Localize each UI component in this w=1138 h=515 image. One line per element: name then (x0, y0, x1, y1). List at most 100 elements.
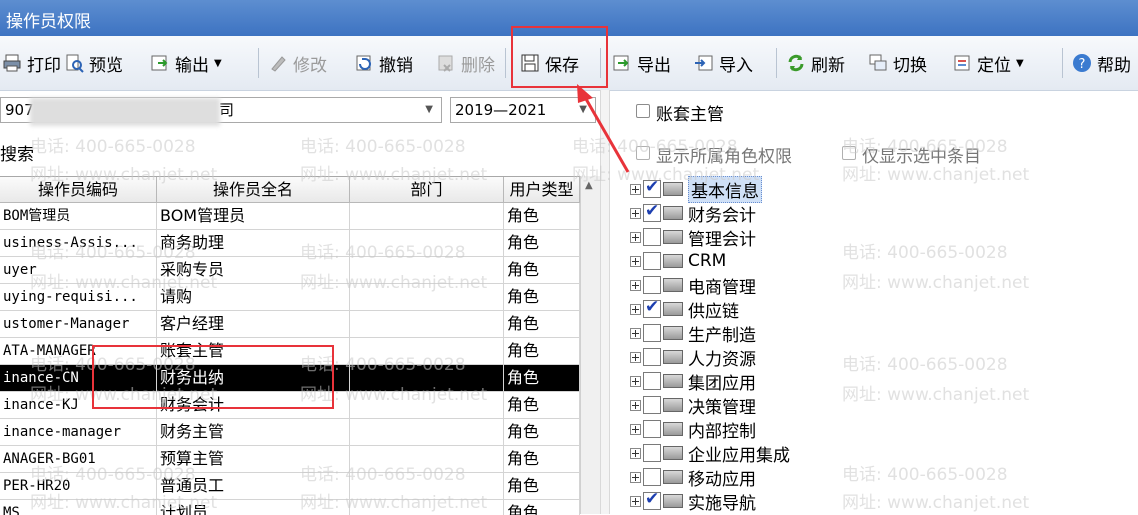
expand-icon[interactable] (630, 495, 641, 507)
tree-node[interactable]: 电商管理 (630, 273, 756, 298)
tree-node[interactable]: 生产制造 (630, 321, 756, 346)
preview-button[interactable]: 预览 (64, 50, 123, 76)
show-role-rights-checkbox[interactable] (636, 146, 650, 160)
tree-node[interactable]: 移动应用 (630, 465, 756, 490)
expand-icon[interactable] (630, 183, 641, 195)
refresh-button[interactable]: 刷新 (786, 50, 845, 76)
tree-node-checkbox[interactable] (643, 297, 661, 318)
chevron-down-icon: ▼ (425, 104, 433, 115)
tree-node-checkbox[interactable] (643, 372, 661, 390)
column-header-dept[interactable]: 部门 (350, 177, 504, 203)
cell-code: MS (0, 500, 157, 515)
tree-node-checkbox[interactable] (643, 444, 661, 462)
undo-label: 撤销 (379, 55, 413, 76)
column-header-name[interactable]: 操作员全名 (157, 177, 350, 203)
cell-code: usiness-Assis... (0, 230, 157, 257)
pencil-icon (271, 56, 286, 72)
tree-node[interactable]: 供应链 (630, 297, 739, 322)
import-button[interactable]: 导入 (694, 50, 753, 76)
tree-node-checkbox[interactable] (643, 324, 661, 342)
cell-code: uyer (0, 257, 157, 284)
cell-name: 普通员工 (157, 473, 350, 500)
expand-icon[interactable] (630, 447, 641, 459)
expand-icon[interactable] (630, 375, 641, 387)
tree-node-label: CRM (688, 251, 727, 271)
expand-icon[interactable] (630, 207, 641, 219)
table-row[interactable]: MS 计划员 角色 (0, 500, 580, 515)
table-row[interactable]: BOM管理员 BOM管理员 角色 (0, 203, 580, 230)
locate-dropdown-icon[interactable]: ▼ (1016, 58, 1024, 69)
cell-code: ANAGER-BG01 (0, 446, 157, 473)
cell-name: 采购专员 (157, 257, 350, 284)
save-highlight-box (511, 26, 608, 88)
expand-icon[interactable] (630, 231, 641, 243)
cell-type: 角色 (504, 365, 580, 392)
tree-node[interactable]: 人力资源 (630, 345, 756, 370)
expand-icon[interactable] (630, 303, 641, 315)
table-row[interactable]: usiness-Assis... 商务助理 角色 (0, 230, 580, 257)
account-manager-checkbox[interactable] (636, 104, 650, 118)
output-button[interactable]: 输出 ▼ (150, 50, 222, 76)
delete-button[interactable]: 删除 (436, 50, 495, 76)
tree-node-checkbox[interactable] (643, 228, 661, 246)
cell-code: ustomer-Manager (0, 311, 157, 338)
table-row[interactable]: uyer 采购专员 角色 (0, 257, 580, 284)
tree-node-checkbox[interactable] (643, 252, 661, 270)
expand-icon[interactable] (630, 399, 641, 411)
output-dropdown-icon[interactable]: ▼ (214, 58, 222, 69)
panel-splitter[interactable] (600, 90, 610, 514)
table-row[interactable]: inance-manager 财务主管 角色 (0, 419, 580, 446)
column-header-code[interactable]: 操作员编码 (0, 177, 157, 203)
column-header-type[interactable]: 用户类型 (504, 177, 580, 203)
tree-node-checkbox[interactable] (643, 489, 661, 510)
cell-dept (350, 500, 504, 515)
modify-button[interactable]: 修改 (268, 50, 327, 76)
tree-node[interactable]: 财务会计 (630, 201, 756, 226)
cell-dept (350, 446, 504, 473)
help-button[interactable]: ? 帮助 (1072, 50, 1131, 76)
tree-node-checkbox[interactable] (643, 276, 661, 294)
table-row[interactable]: PER-HR20 普通员工 角色 (0, 473, 580, 500)
locate-button[interactable]: 定位 ▼ (952, 50, 1024, 76)
tree-node[interactable]: 实施导航 (630, 489, 756, 514)
tree-node-checkbox[interactable] (643, 177, 661, 198)
switch-button[interactable]: 切换 (868, 50, 927, 76)
tree-node[interactable]: 企业应用集成 (630, 441, 790, 466)
expand-icon[interactable] (630, 255, 641, 267)
cell-code: PER-HR20 (0, 473, 157, 500)
tree-node[interactable]: 内部控制 (630, 417, 756, 442)
tree-node[interactable]: CRM (630, 249, 726, 273)
expand-icon[interactable] (630, 423, 641, 435)
locate-icon (954, 55, 970, 71)
cell-type: 角色 (504, 230, 580, 257)
tree-node-checkbox[interactable] (643, 348, 661, 366)
expand-icon[interactable] (630, 327, 641, 339)
table-row[interactable]: uying-requisi... 请购 角色 (0, 284, 580, 311)
cell-dept (350, 203, 504, 230)
toolbar-separator (258, 48, 259, 78)
tree-node-label: 内部控制 (688, 421, 756, 442)
tree-node-checkbox[interactable] (643, 468, 661, 486)
tree-node[interactable]: 集团应用 (630, 369, 756, 394)
table-row[interactable]: ustomer-Manager 客户经理 角色 (0, 311, 580, 338)
tree-node-checkbox[interactable] (643, 396, 661, 414)
expand-icon[interactable] (630, 351, 641, 363)
show-selected-only-checkbox[interactable] (842, 146, 856, 160)
module-icon (663, 350, 683, 364)
export-button[interactable]: 导出 (612, 50, 671, 76)
table-vertical-scrollbar[interactable]: ▲ (580, 176, 601, 514)
expand-icon[interactable] (630, 279, 641, 291)
tree-node[interactable]: 决策管理 (630, 393, 756, 418)
preview-label: 预览 (89, 55, 123, 76)
scroll-up-icon[interactable]: ▲ (585, 180, 593, 191)
tree-node-checkbox[interactable] (643, 420, 661, 438)
tree-node[interactable]: 管理会计 (630, 225, 756, 250)
print-button[interactable]: 打印 (2, 50, 61, 76)
tree-node-checkbox[interactable] (643, 201, 661, 222)
tree-node[interactable]: 基本信息 (630, 175, 762, 203)
year-range-select[interactable]: 2019—2021 ▼ (450, 97, 596, 123)
table-row[interactable]: ANAGER-BG01 预算主管 角色 (0, 446, 580, 473)
cell-dept (350, 311, 504, 338)
undo-button[interactable]: 撤销 (354, 50, 413, 76)
expand-icon[interactable] (630, 471, 641, 483)
